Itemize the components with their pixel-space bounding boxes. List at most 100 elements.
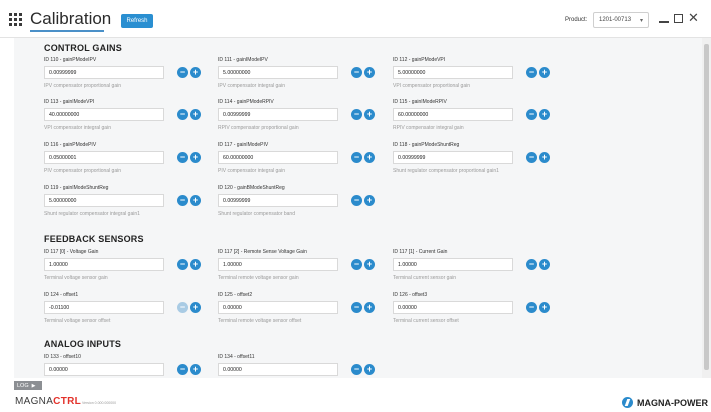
param-field: ID 119 - gainIModeShuntReg 5.00000000 − + Sh… bbox=[44, 185, 204, 227]
param-value-input[interactable]: 1.00000 bbox=[393, 258, 513, 271]
decrement-button[interactable]: − bbox=[351, 259, 362, 270]
decrement-button[interactable]: − bbox=[526, 67, 537, 78]
param-value-input[interactable]: -0.01100 bbox=[44, 301, 164, 314]
increment-button[interactable]: + bbox=[539, 109, 550, 120]
param-label: ID 110 - gainPModeIPV bbox=[44, 57, 97, 63]
increment-button[interactable]: + bbox=[539, 152, 550, 163]
param-value-input[interactable]: 60.00000000 bbox=[218, 151, 338, 164]
scrollbar-thumb[interactable] bbox=[704, 44, 709, 370]
minimize-icon[interactable] bbox=[659, 21, 669, 23]
param-field: ID 117 [2] - Remote Sense Voltage Gain 1.… bbox=[218, 249, 378, 291]
param-label: ID 126 - offset3 bbox=[393, 292, 428, 298]
decrement-button[interactable]: − bbox=[351, 195, 362, 206]
decrement-button[interactable]: − bbox=[351, 302, 362, 313]
decrement-button[interactable]: − bbox=[351, 109, 362, 120]
decrement-button[interactable]: − bbox=[177, 364, 188, 375]
param-value-input[interactable]: 0.00000 bbox=[218, 301, 338, 314]
decrement-button[interactable]: − bbox=[351, 67, 362, 78]
param-value-input[interactable]: 60.00000000 bbox=[393, 108, 513, 121]
param-value-input[interactable]: 5.00000000 bbox=[218, 66, 338, 79]
param-description: VPI compensator integral gain bbox=[44, 125, 111, 131]
param-label: ID 117 [1] - Current Gain bbox=[393, 249, 448, 255]
decrement-button[interactable]: − bbox=[351, 152, 362, 163]
decrement-button[interactable]: − bbox=[526, 109, 537, 120]
calibration-panel: CONTROL GAINS FEEDBACK SENSORS ANALOG INPU… bbox=[14, 38, 704, 378]
increment-button[interactable]: + bbox=[539, 67, 550, 78]
param-value-input[interactable]: 5.00000000 bbox=[44, 194, 164, 207]
param-description: Terminal voltage sensor offset bbox=[44, 318, 111, 324]
param-field: ID 118 - gainPModeShuntReg 0.00999999 − + Sh… bbox=[393, 142, 553, 184]
param-value-input[interactable]: 0.00999999 bbox=[218, 194, 338, 207]
param-description: Shunt regulator compensator band bbox=[218, 211, 295, 217]
param-value-input[interactable]: 0.00999999 bbox=[44, 66, 164, 79]
log-tab-label: LOG bbox=[17, 382, 29, 389]
increment-button[interactable]: + bbox=[190, 152, 201, 163]
param-description: Terminal remote voltage sensor offset bbox=[218, 318, 302, 324]
param-value-input[interactable]: 40.00000000 bbox=[44, 108, 164, 121]
param-field: ID 117 [0] - Voltage Gain 1.00000 − + Termin… bbox=[44, 249, 204, 291]
param-value-input[interactable]: 5.00000000 bbox=[393, 66, 513, 79]
param-field: ID 115 - gainIModeRPIV 60.00000000 − + RPIV … bbox=[393, 99, 553, 141]
magna-power-logo-icon bbox=[622, 397, 633, 408]
increment-button[interactable]: + bbox=[364, 302, 375, 313]
page-title: Calibration bbox=[30, 9, 112, 28]
param-value-input[interactable]: 0.00999999 bbox=[393, 151, 513, 164]
param-value-input[interactable]: 0.00000 bbox=[218, 363, 338, 376]
param-description: Terminal current sensor offset bbox=[393, 318, 459, 324]
title-underline bbox=[30, 30, 104, 32]
brand-magna: MAGNA bbox=[15, 396, 54, 407]
increment-button[interactable]: + bbox=[190, 195, 201, 206]
param-value-input[interactable]: 1.00000 bbox=[44, 258, 164, 271]
increment-button[interactable]: + bbox=[364, 152, 375, 163]
close-icon[interactable]: ✕ bbox=[688, 11, 699, 24]
log-tab[interactable]: LOG ▶ bbox=[14, 381, 42, 390]
product-label: Product: bbox=[565, 17, 588, 23]
decrement-button[interactable]: − bbox=[526, 152, 537, 163]
increment-button[interactable]: + bbox=[190, 259, 201, 270]
param-label: ID 125 - offset2 bbox=[218, 292, 253, 298]
decrement-button[interactable]: − bbox=[177, 109, 188, 120]
section-control-gains: CONTROL GAINS bbox=[44, 43, 122, 53]
param-value-input[interactable]: 0.05000001 bbox=[44, 151, 164, 164]
product-select[interactable]: 1201-00713 ▾ bbox=[593, 12, 649, 28]
increment-button[interactable]: + bbox=[364, 364, 375, 375]
param-value-input[interactable]: 1.00000 bbox=[218, 258, 338, 271]
param-field: ID 120 - gainBModeShuntReg 0.00999999 − + Sh… bbox=[218, 185, 378, 227]
increment-button[interactable]: + bbox=[539, 302, 550, 313]
increment-button[interactable]: + bbox=[190, 364, 201, 375]
refresh-button[interactable]: Refresh bbox=[121, 14, 153, 28]
decrement-button[interactable]: − bbox=[177, 302, 188, 313]
increment-button[interactable]: + bbox=[364, 259, 375, 270]
magnactrl-logo: MAGNACTRL bbox=[15, 396, 81, 407]
increment-button[interactable]: + bbox=[190, 109, 201, 120]
brand-ctrl: CTRL bbox=[53, 396, 82, 407]
maximize-icon[interactable] bbox=[674, 14, 683, 23]
param-description: VPI compensator proportional gain bbox=[393, 83, 470, 89]
increment-button[interactable]: + bbox=[190, 302, 201, 313]
param-label: ID 115 - gainIModeRPIV bbox=[393, 99, 447, 105]
increment-button[interactable]: + bbox=[364, 109, 375, 120]
param-label: ID 117 - gainIModePIV bbox=[218, 142, 269, 148]
header-bar: Calibration Refresh Product: 1201-00713 … bbox=[0, 0, 711, 38]
decrement-button[interactable]: − bbox=[177, 195, 188, 206]
param-field: ID 124 - offset1 -0.01100 − + Terminal volta… bbox=[44, 292, 204, 334]
decrement-button[interactable]: − bbox=[177, 67, 188, 78]
decrement-button[interactable]: − bbox=[526, 259, 537, 270]
product-select-value: 1201-00713 bbox=[599, 17, 632, 23]
decrement-button[interactable]: − bbox=[177, 152, 188, 163]
decrement-button[interactable]: − bbox=[351, 364, 362, 375]
param-field: ID 117 [1] - Current Gain 1.00000 − + Termin… bbox=[393, 249, 553, 291]
decrement-button[interactable]: − bbox=[526, 302, 537, 313]
increment-button[interactable]: + bbox=[364, 67, 375, 78]
param-description: IPV compensator integral gain bbox=[218, 83, 285, 89]
increment-button[interactable]: + bbox=[364, 195, 375, 206]
param-field: ID 117 - gainIModePIV 60.00000000 − + PIV co… bbox=[218, 142, 378, 184]
decrement-button[interactable]: − bbox=[177, 259, 188, 270]
increment-button[interactable]: + bbox=[539, 259, 550, 270]
param-value-input[interactable]: 0.00000 bbox=[393, 301, 513, 314]
increment-button[interactable]: + bbox=[190, 67, 201, 78]
param-value-input[interactable]: 0.00999999 bbox=[218, 108, 338, 121]
param-value-input[interactable]: 0.00000 bbox=[44, 363, 164, 376]
app-grid-icon[interactable] bbox=[9, 13, 22, 26]
version-text: Version 0.000.000000 bbox=[82, 401, 117, 405]
